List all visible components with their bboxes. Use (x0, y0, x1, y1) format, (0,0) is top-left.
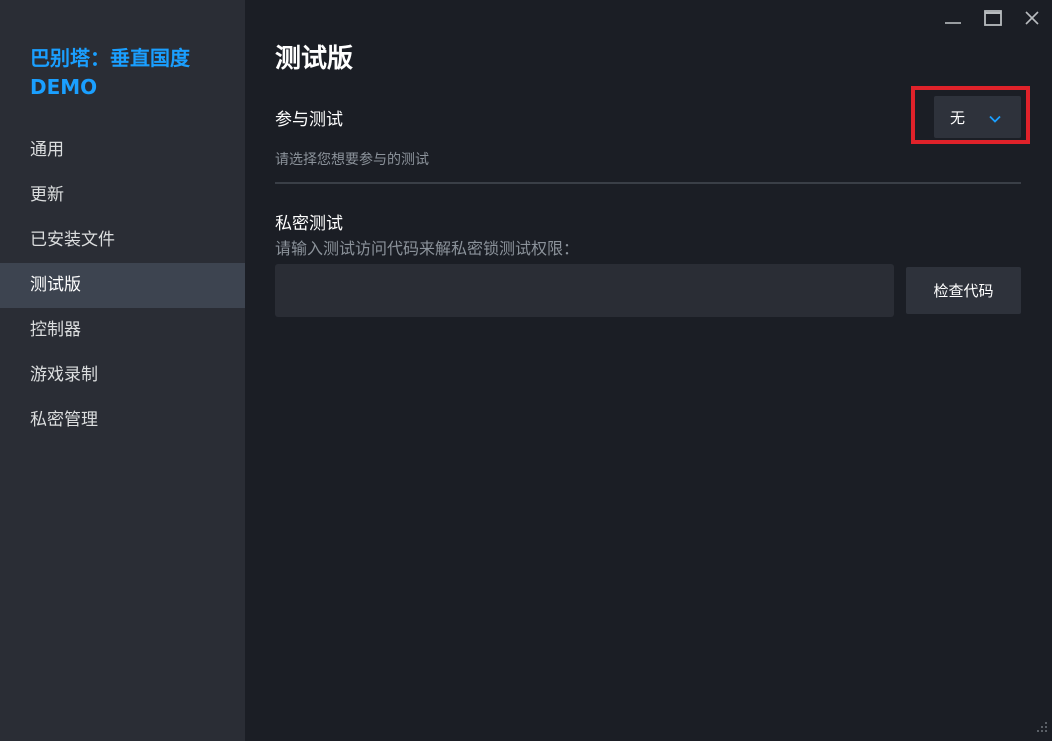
sidebar-item-controller[interactable]: 控制器 (0, 308, 245, 353)
chevron-down-icon (989, 110, 1001, 129)
resize-grip-icon[interactable] (1036, 718, 1048, 737)
sidebar-item-general[interactable]: 通用 (0, 128, 245, 173)
sidebar-item-installed-files[interactable]: 已安装文件 (0, 218, 245, 263)
sidebar: 巴别塔：垂直国度 DEMO 通用 更新 已安装文件 测试版 控制器 游戏录制 私… (0, 0, 245, 741)
close-icon[interactable] (1020, 6, 1044, 30)
participate-description: 请选择您想要参与的测试 (275, 152, 429, 168)
sidebar-item-game-recording[interactable]: 游戏录制 (0, 353, 245, 398)
private-beta-description: 请输入测试访问代码来解私密锁测试权限： (275, 239, 580, 258)
maximize-icon[interactable] (981, 6, 1005, 30)
main-panel: 测试版 参与测试 请选择您想要参与的测试 无 私密测试 请输入测试访问代码来解私… (245, 0, 1052, 741)
page-title: 测试版 (275, 44, 354, 74)
sidebar-item-updates[interactable]: 更新 (0, 173, 245, 218)
sidebar-item-privacy[interactable]: 私密管理 (0, 398, 245, 443)
sidebar-nav: 通用 更新 已安装文件 测试版 控制器 游戏录制 私密管理 (0, 128, 245, 443)
check-code-button[interactable]: 检查代码 (906, 267, 1021, 314)
beta-select-dropdown[interactable]: 无 (934, 96, 1021, 138)
dropdown-value: 无 (950, 108, 966, 127)
participate-label: 参与测试 (275, 110, 343, 130)
game-title: 巴别塔：垂直国度 DEMO (30, 46, 190, 99)
minimize-icon[interactable] (941, 6, 965, 30)
private-beta-label: 私密测试 (275, 214, 343, 234)
divider (275, 182, 1021, 184)
access-code-input[interactable] (275, 264, 894, 317)
sidebar-item-betas[interactable]: 测试版 (0, 263, 245, 308)
